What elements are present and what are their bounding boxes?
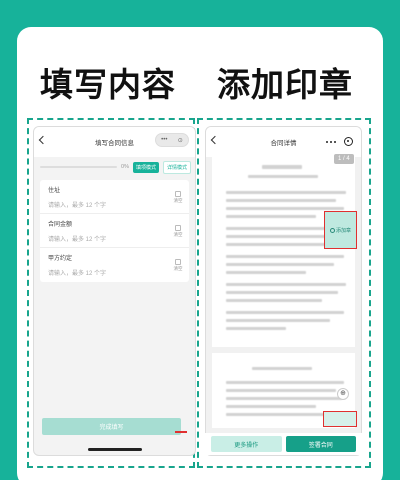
field-label: 住址 xyxy=(48,188,61,194)
sign-contract-button[interactable]: 签署合同 xyxy=(285,436,356,452)
add-seal-label[interactable]: 添加章 xyxy=(330,227,351,234)
doc-line xyxy=(248,175,318,178)
more-dots-icon[interactable]: ••• xyxy=(161,137,167,143)
trash-icon xyxy=(175,225,181,231)
fill-mode-tab[interactable]: 填项模式 xyxy=(132,161,159,173)
clear-label: 清空 xyxy=(173,232,183,237)
back-icon[interactable] xyxy=(210,135,220,145)
doc-line xyxy=(226,389,336,392)
clear-label: 清空 xyxy=(173,266,183,271)
doc-line xyxy=(226,413,332,416)
doc-line xyxy=(226,255,344,258)
doc-line xyxy=(226,299,322,302)
doc-line xyxy=(226,397,342,400)
form-field-address[interactable]: 住址 请输入，最多 12 个字 清空 xyxy=(40,180,189,214)
left-topbar: 填写合同信息 ••• ⊙ xyxy=(34,127,195,157)
doc-line xyxy=(226,243,326,246)
doc-line xyxy=(226,263,334,266)
doc-line xyxy=(226,311,344,314)
field-label: 合同金额 xyxy=(48,222,73,228)
clear-label: 清空 xyxy=(173,198,183,203)
right-page-title: 合同详情 xyxy=(270,140,297,147)
right-bottom-bar: 更多操作 签署合同 xyxy=(205,433,362,455)
contract-page-1 xyxy=(212,151,355,347)
progress-percent: 0% xyxy=(121,164,129,170)
field-input[interactable]: 请输入，最多 12 个字 xyxy=(48,268,181,277)
form-field-amount[interactable]: 合同金额 请输入，最多 12 个字 清空 xyxy=(40,214,189,248)
add-seal-highlight[interactable]: 添加章 xyxy=(324,211,357,249)
form-field-party-a[interactable]: 甲方约定 请输入，最多 12 个字 清空 xyxy=(40,248,189,282)
complete-fill-button[interactable]: 完成填写 xyxy=(42,418,181,435)
back-icon[interactable] xyxy=(38,135,48,145)
highlight-pointer xyxy=(175,431,187,433)
clear-button[interactable]: 清空 xyxy=(173,225,183,238)
doc-line xyxy=(226,207,344,210)
doc-line xyxy=(226,291,338,294)
field-input[interactable]: 请输入，最多 12 个字 xyxy=(48,200,181,209)
doc-line xyxy=(226,327,286,330)
doc-line xyxy=(226,381,344,384)
field-label: 甲方约定 xyxy=(48,256,73,262)
headline-add-seal: 添加印章 xyxy=(217,65,353,104)
doc-title-line xyxy=(262,165,302,169)
progress-track xyxy=(40,166,118,168)
doc-line xyxy=(226,215,316,218)
doc-line xyxy=(252,367,312,370)
plus-circle-icon xyxy=(330,228,335,233)
close-target-icon[interactable] xyxy=(344,137,353,146)
doc-line xyxy=(226,283,346,286)
field-input[interactable]: 请输入，最多 12 个字 xyxy=(48,234,181,243)
close-circle-icon[interactable]: ⊙ xyxy=(178,137,183,144)
clear-button[interactable]: 清空 xyxy=(173,259,183,272)
fill-form-screen: 填写合同信息 ••• ⊙ 0% 填项模式 详情模式 住址 请输入，最多 12 个… xyxy=(33,126,196,456)
form-card: 住址 请输入，最多 12 个字 清空 合同金额 请输入，最多 12 个字 清空 … xyxy=(40,180,189,282)
doc-line xyxy=(226,199,336,202)
left-page-title: 填写合同信息 xyxy=(95,140,134,147)
page-indicator: 1 / 4 xyxy=(334,154,354,164)
trash-icon xyxy=(175,259,181,265)
progress-row: 0% 填项模式 详情模式 xyxy=(40,160,191,174)
detail-mode-tab[interactable]: 详情模式 xyxy=(162,160,191,174)
miniapp-capsule[interactable]: ••• ⊙ xyxy=(155,133,189,147)
trash-icon xyxy=(175,191,181,197)
zoom-in-icon[interactable]: ⊕ xyxy=(337,388,349,400)
doc-line xyxy=(226,191,346,194)
seal-placement-highlight[interactable] xyxy=(323,411,357,427)
contract-detail-screen: 合同详情 xyxy=(205,126,362,456)
doc-line xyxy=(226,271,306,274)
doc-line xyxy=(226,319,330,322)
more-actions-button[interactable]: 更多操作 xyxy=(211,436,282,452)
headline-fill-content: 填写内容 xyxy=(40,65,176,104)
doc-line xyxy=(226,405,316,408)
more-dots-icon[interactable] xyxy=(326,141,336,143)
home-indicator xyxy=(87,448,142,451)
clear-button[interactable]: 清空 xyxy=(173,191,183,204)
